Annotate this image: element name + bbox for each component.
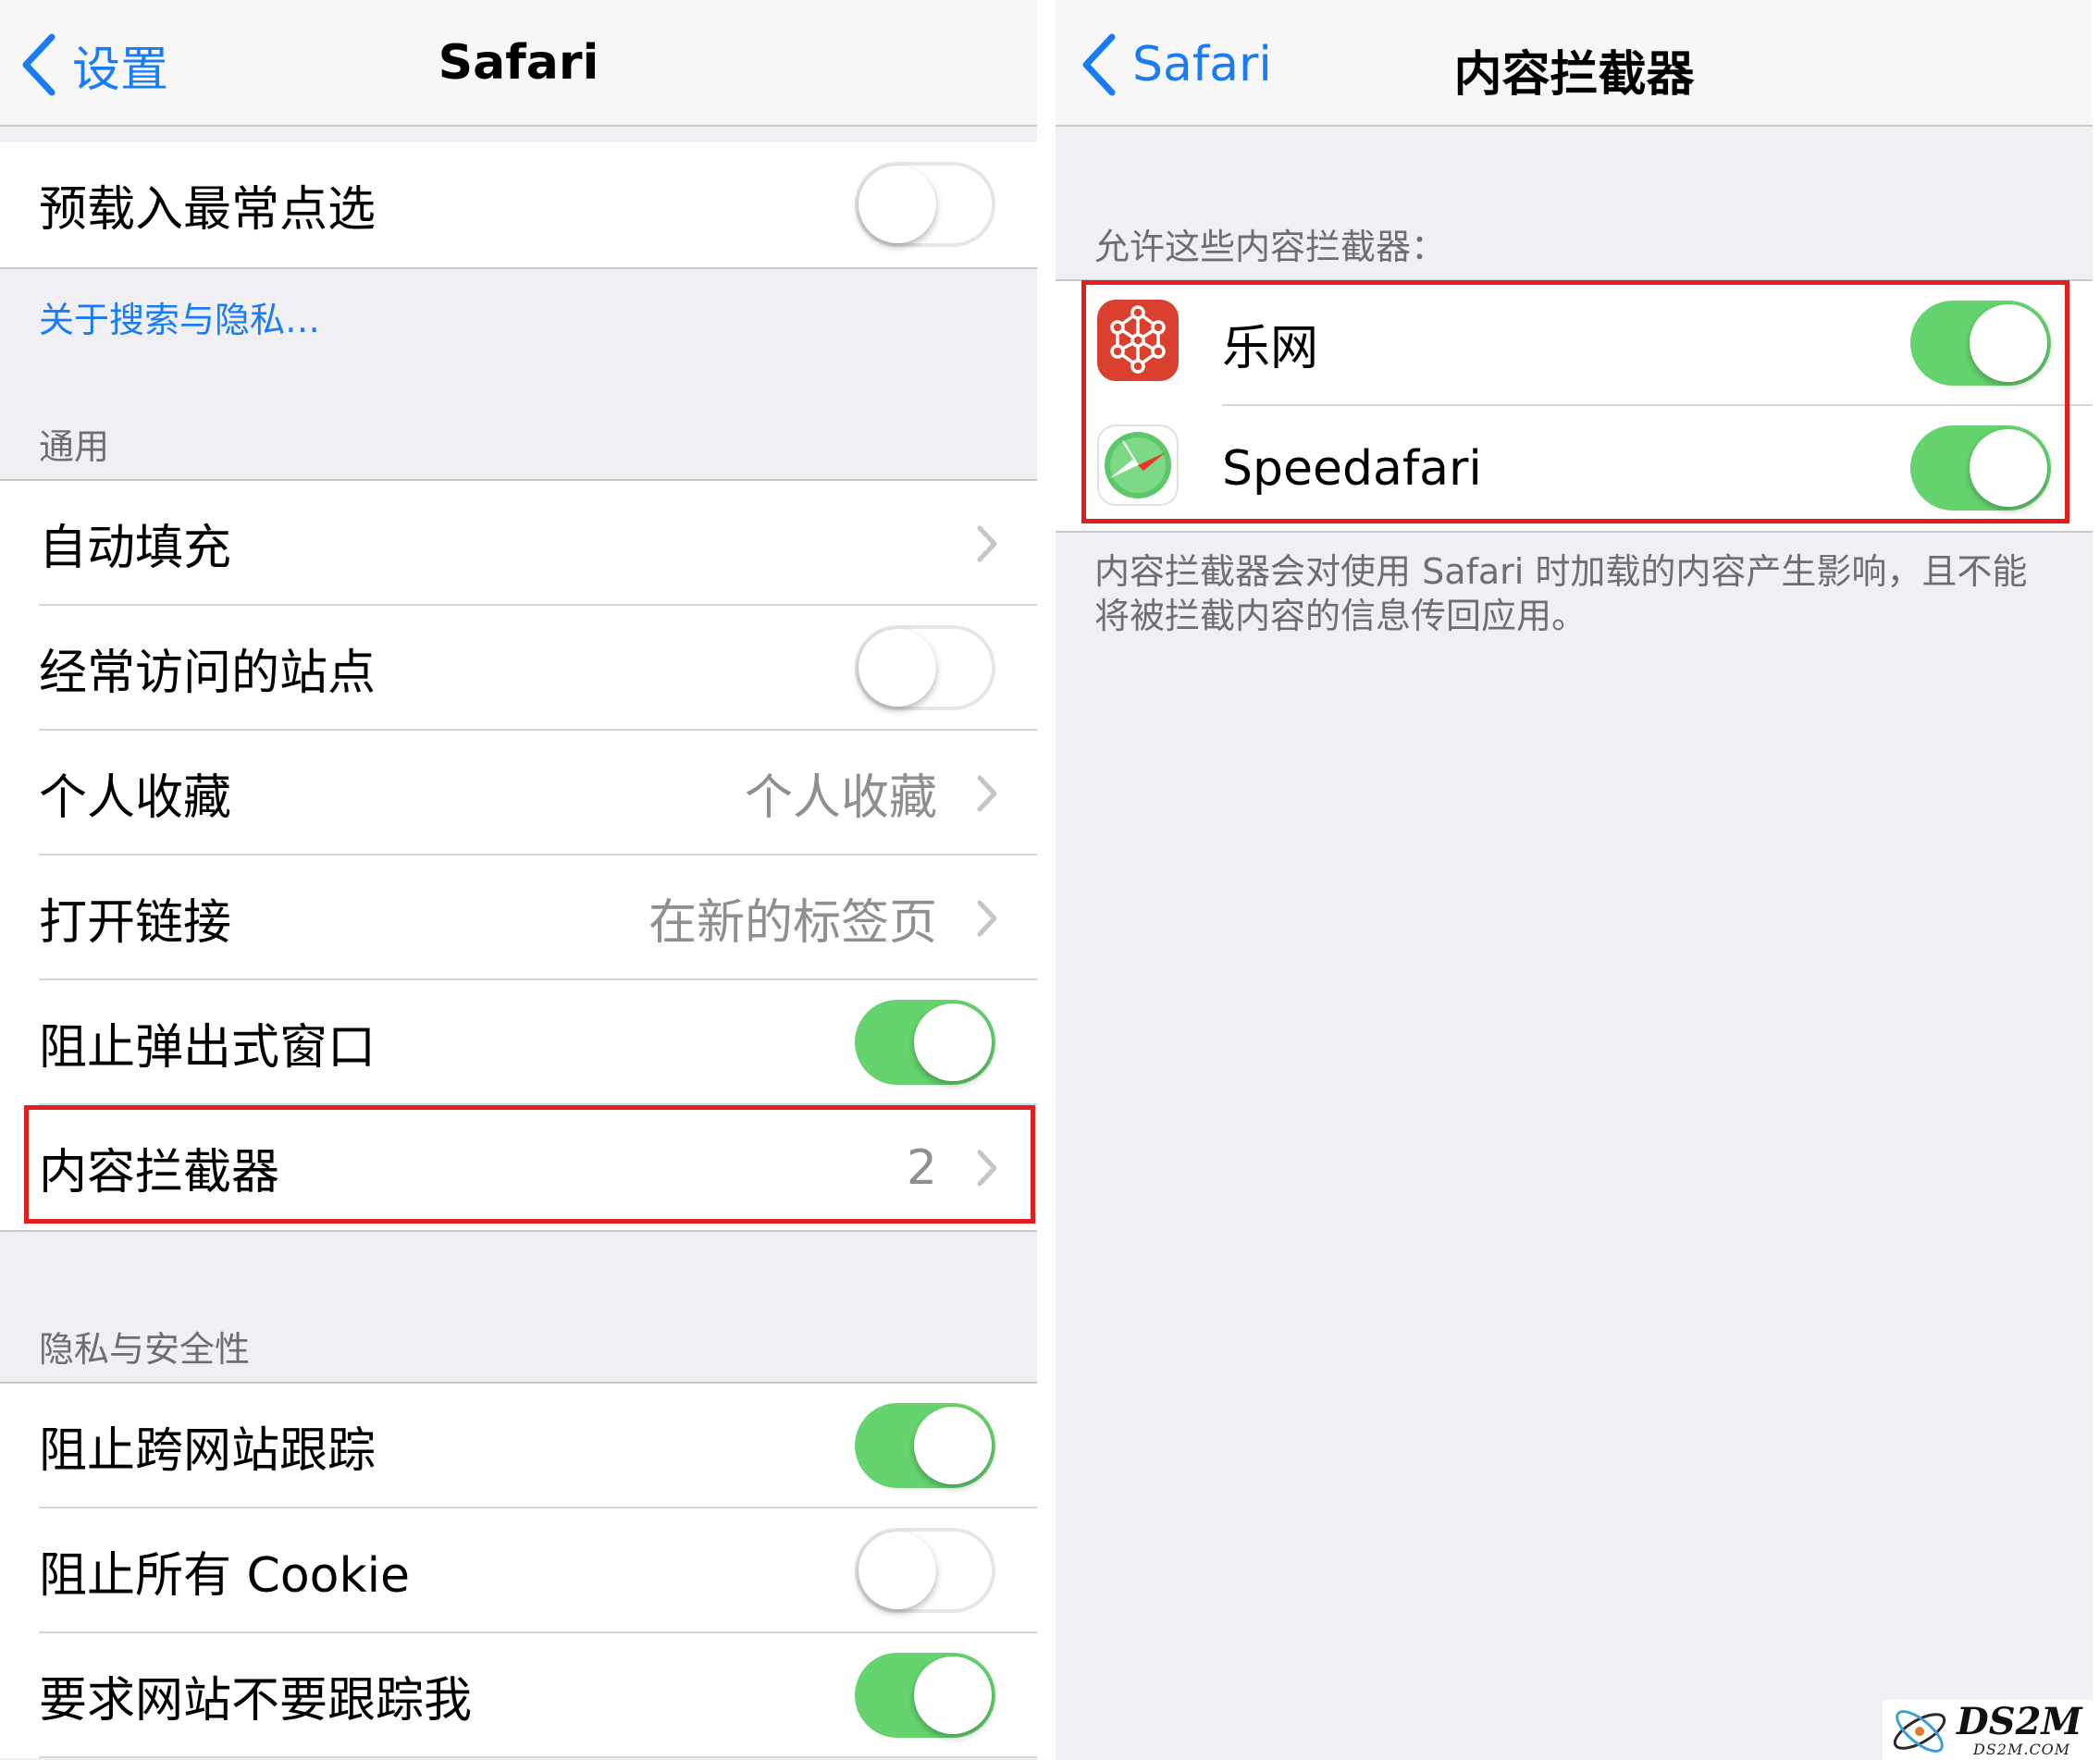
row-label: 经常访问的站点 [39, 646, 377, 701]
prevent-tracking-toggle[interactable] [855, 1403, 995, 1488]
row-label: 打开链接 [39, 895, 232, 951]
block-all-cookies-row[interactable]: 阻止所有 Cookie [0, 1508, 1037, 1633]
content-blockers-footer: 内容拦截器会对使用 Safari 时加载的内容产生影响，且不能将被拦截内容的信息… [1094, 551, 2028, 636]
autofill-row[interactable]: 自动填充 [0, 481, 1037, 606]
chevron-right-icon [977, 525, 997, 562]
row-label: 个人收藏 [39, 770, 232, 826]
watermark-logo: DS2M DS2M.COM [1883, 1700, 2100, 1760]
preload-top-hits-row[interactable]: 预载入最常点选 [0, 142, 1037, 267]
watermark-text: DS2M [1957, 1700, 2082, 1743]
allowed-blockers-header: 允许这些内容拦截器： [1094, 227, 1447, 267]
row-label: 要求网站不要跟踪我 [39, 1673, 473, 1729]
safari-settings-panel: 设置 Safari 预载入最常点选 关于搜索与隐私… 通用 自动填充 经常访问的… [0, 0, 1037, 1760]
privacy-group: 阻止跨网站跟踪 阻止所有 Cookie 要求网站不要跟踪我 [0, 1382, 1037, 1758]
page-title: Safari [438, 35, 599, 91]
block-popups-row[interactable]: 阻止弹出式窗口 [0, 980, 1037, 1105]
navigation-bar: 设置 Safari [0, 0, 1037, 127]
content-blockers-panel: Safari 内容拦截器 允许这些内容拦截器： 乐网 Speedafari 内容… [1056, 0, 2093, 1760]
lewang-network-icon [1097, 300, 1179, 381]
row-label: 阻止弹出式窗口 [39, 1020, 377, 1076]
general-group: 自动填充 经常访问的站点 个人收藏 个人收藏 打开链接 在新的标签页 阻止弹出式… [0, 479, 1037, 1232]
prevent-cross-site-tracking-row[interactable]: 阻止跨网站跟踪 [0, 1384, 1037, 1508]
chevron-right-icon [977, 900, 997, 937]
navigation-bar: Safari 内容拦截器 [1056, 0, 2093, 127]
blocker-row-speedafari[interactable]: Speedafari [1056, 406, 2093, 531]
do-not-track-row[interactable]: 要求网站不要跟踪我 [0, 1633, 1037, 1758]
atom-logo-icon [1893, 1710, 1946, 1753]
row-label: 阻止所有 Cookie [39, 1548, 411, 1604]
do-not-track-toggle[interactable] [855, 1653, 995, 1738]
blocker-name: 乐网 [1222, 321, 1319, 376]
toggle-knob [1970, 429, 2047, 507]
page-title: 内容拦截器 [1453, 47, 1695, 103]
toggle-knob [914, 1003, 992, 1081]
frequently-visited-row[interactable]: 经常访问的站点 [0, 606, 1037, 731]
lewang-toggle[interactable] [1910, 301, 2051, 386]
toggle-knob [1970, 304, 2047, 382]
chevron-right-icon [977, 775, 997, 812]
chevron-right-icon [977, 1150, 997, 1187]
preload-toggle[interactable] [855, 162, 995, 247]
toggle-knob [859, 629, 936, 707]
toggle-knob [914, 1407, 992, 1484]
toggle-knob [914, 1656, 992, 1734]
block-popups-toggle[interactable] [855, 1000, 995, 1085]
row-value: 在新的标签页 [648, 895, 937, 951]
content-blockers-count: 2 [906, 1139, 937, 1196]
privacy-section-header: 隐私与安全性 [39, 1329, 251, 1370]
toggle-knob [859, 1532, 936, 1609]
blocker-name: Speedafari [1222, 440, 1482, 497]
watermark-url: DS2M.COM [1973, 1741, 2071, 1758]
open-links-row[interactable]: 打开链接 在新的标签页 [0, 855, 1037, 980]
content-blockers-row[interactable]: 内容拦截器 2 [0, 1105, 1037, 1230]
blockers-group: 乐网 Speedafari [1056, 279, 2093, 533]
preload-group: 预载入最常点选 [0, 142, 1037, 269]
row-value: 个人收藏 [744, 770, 937, 826]
row-label: 阻止跨网站跟踪 [39, 1423, 377, 1479]
row-separator [39, 1756, 1037, 1758]
general-section-header: 通用 [39, 426, 110, 467]
speedafari-compass-icon [1097, 425, 1179, 506]
blocker-row-lewang[interactable]: 乐网 [1056, 281, 2093, 406]
toggle-knob [859, 166, 936, 243]
search-privacy-link[interactable]: 关于搜索与隐私… [39, 291, 320, 342]
speedafari-toggle[interactable] [1910, 425, 2051, 511]
favorites-row[interactable]: 个人收藏 个人收藏 [0, 731, 1037, 855]
panel-divider [1037, 0, 1056, 1760]
row-label: 自动填充 [39, 521, 232, 576]
row-label: 预载入最常点选 [39, 182, 377, 238]
row-label: 内容拦截器 [39, 1145, 280, 1200]
block-cookies-toggle[interactable] [855, 1528, 995, 1613]
frequently-visited-toggle[interactable] [855, 625, 995, 710]
